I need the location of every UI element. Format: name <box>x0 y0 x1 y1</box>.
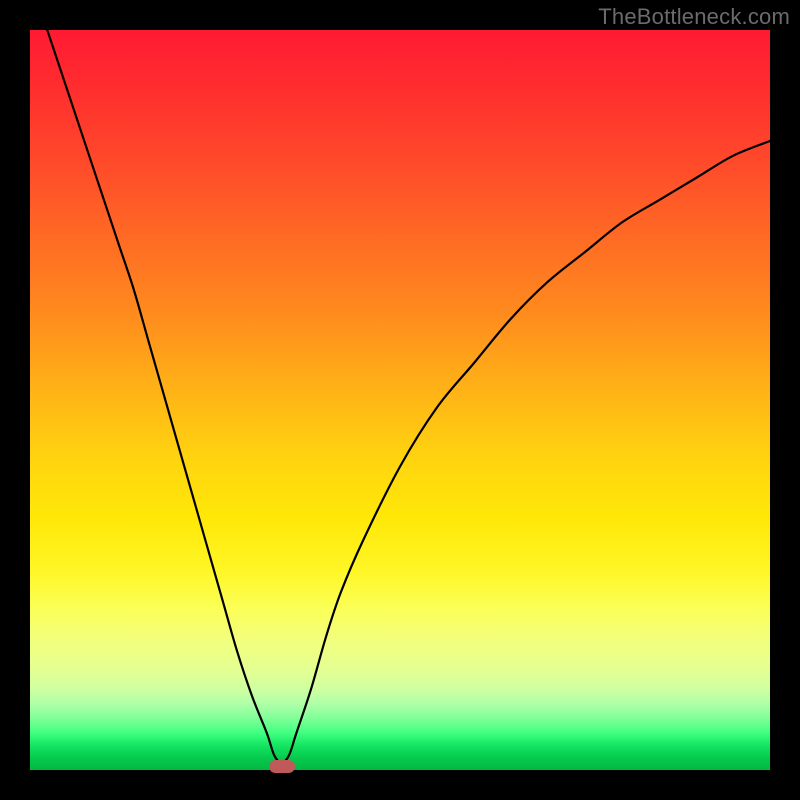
watermark-text: TheBottleneck.com <box>598 4 790 30</box>
bottleneck-curve <box>30 30 770 770</box>
min-marker <box>269 760 295 773</box>
chart-frame: TheBottleneck.com <box>0 0 800 800</box>
plot-area <box>30 30 770 770</box>
